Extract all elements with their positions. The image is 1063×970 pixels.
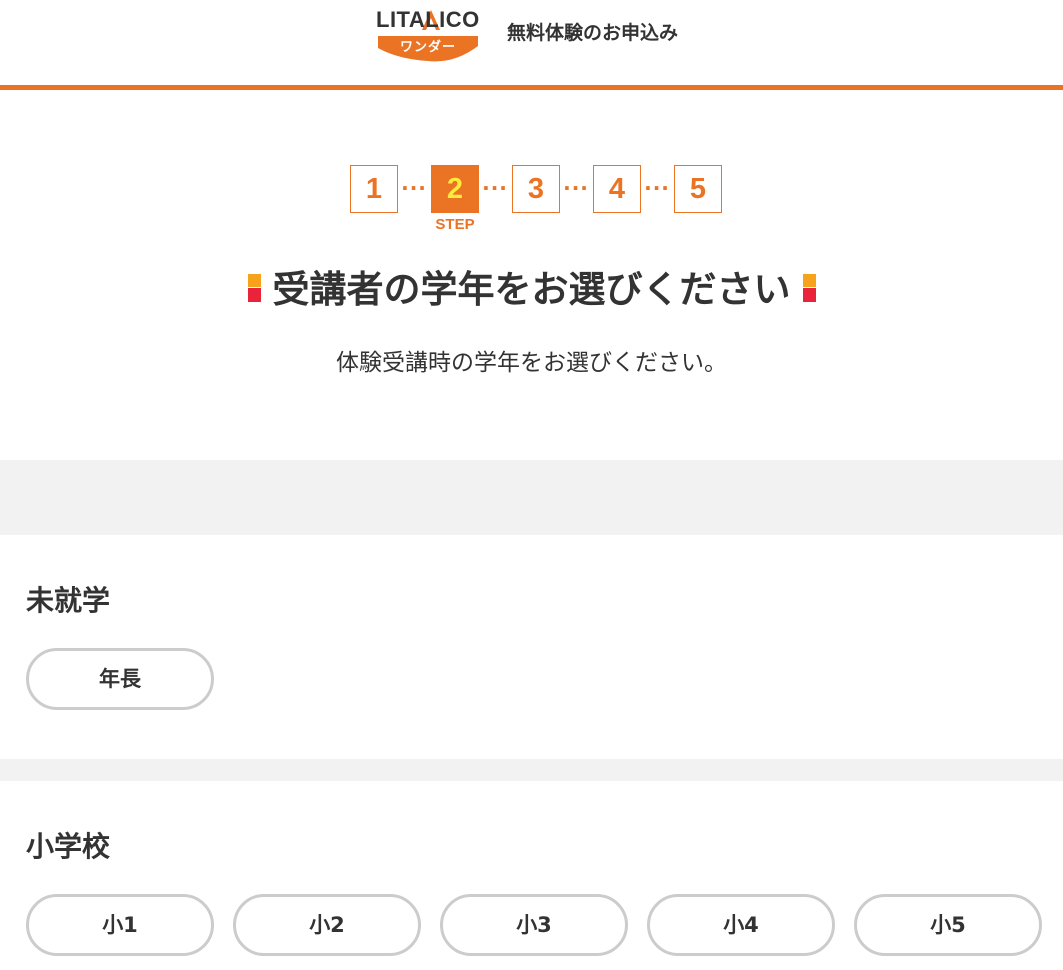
headline-marker-icon [802, 274, 816, 302]
page-title: 無料体験のお申込み [507, 22, 679, 44]
grade-option-sho1[interactable]: 小1 [26, 894, 214, 956]
logo-subtitle: ワンダー [399, 40, 456, 55]
header-divider [0, 85, 1063, 90]
marker-top [802, 274, 816, 287]
grade-option-nencho[interactable]: 年長 [26, 648, 214, 710]
marker-top [247, 274, 261, 287]
section-title-elementary: 小学校 [26, 830, 111, 863]
marker-bottom [802, 288, 816, 302]
section-divider-band [0, 759, 1063, 781]
step-separator: ··· [482, 176, 508, 200]
header: LITALICO ワンダー 無料体験のお申込み [0, 0, 1063, 85]
step-4: 4 [593, 165, 641, 213]
headline-row: 受講者の学年をお選びください [0, 264, 1063, 316]
grade-option-sho4[interactable]: 小4 [647, 894, 835, 956]
section-divider-band [0, 460, 1063, 535]
step-separator: ··· [644, 176, 670, 200]
step-5: 5 [674, 165, 722, 213]
step-2-current: 2 [431, 165, 479, 213]
step-separator: ··· [401, 176, 427, 200]
litalico-wonder-logo[interactable]: LITALICO ワンダー [374, 6, 484, 62]
grade-option-sho3[interactable]: 小3 [440, 894, 628, 956]
instruction-text: 体験受講時の学年をお選びください。 [336, 350, 727, 376]
section-title-preschool: 未就学 [26, 584, 111, 617]
marker-bottom [247, 288, 261, 302]
step-1: 1 [350, 165, 398, 213]
grade-option-sho2[interactable]: 小2 [233, 894, 421, 956]
grade-option-sho5[interactable]: 小5 [854, 894, 1042, 956]
step-caption: STEP [435, 216, 475, 233]
logo-wordmark: LITALICO [376, 7, 480, 32]
step-3: 3 [512, 165, 560, 213]
main-heading: 受講者の学年をお選びください [272, 268, 791, 311]
step-separator: ··· [563, 176, 589, 200]
headline-marker-icon [247, 274, 261, 302]
